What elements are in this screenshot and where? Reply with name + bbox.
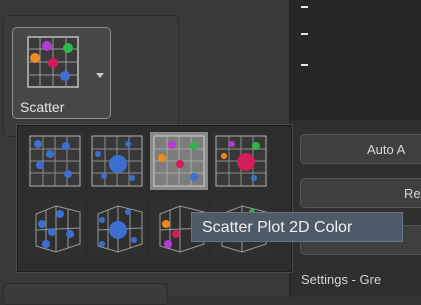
settings-label: Settings - Gre	[301, 272, 382, 287]
tooltip: Scatter Plot 2D Color	[191, 212, 403, 242]
bubble-3d-icon[interactable]	[88, 200, 146, 258]
auto-button-label: Auto A	[367, 142, 406, 157]
scatter-gallery	[17, 125, 292, 272]
scatter-button[interactable]: Scatter	[12, 27, 111, 119]
scatter-button-label: Scatter	[20, 99, 65, 115]
right-panel: Auto A Res Settings - Gre	[291, 0, 421, 297]
chevron-down-icon[interactable]	[96, 73, 104, 78]
dash-mark	[301, 64, 308, 66]
right-top-area	[291, 0, 421, 120]
reset-button-label: Res	[404, 186, 421, 201]
scatter-plot-2d-color-icon	[27, 36, 79, 88]
scatter-2d-color-icon[interactable]	[150, 132, 208, 190]
dash-mark	[301, 6, 308, 8]
bubble-2d-color-icon[interactable]	[212, 132, 270, 190]
scatter-2d-icon[interactable]	[26, 132, 84, 190]
scatter-3d-icon[interactable]	[26, 200, 84, 258]
dash-mark	[301, 33, 308, 35]
ribbon-lower-control	[3, 283, 168, 305]
auto-button[interactable]: Auto A	[300, 134, 421, 164]
bubble-2d-icon[interactable]	[88, 132, 146, 190]
reset-button[interactable]: Res	[300, 178, 421, 208]
